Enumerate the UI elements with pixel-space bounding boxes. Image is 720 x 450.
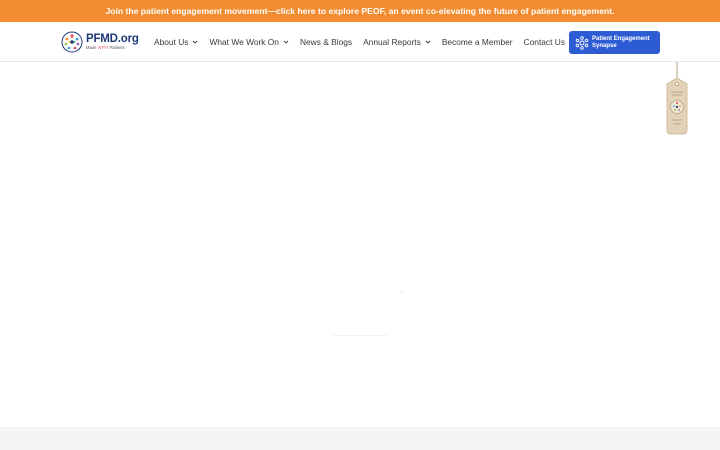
nav-item-about-us[interactable]: About Us bbox=[154, 22, 198, 62]
nav-item-annual-reports[interactable]: Annual Reports bbox=[363, 22, 431, 62]
nav-item-label: Annual Reports bbox=[363, 37, 421, 47]
nav-item-label: What We Work On bbox=[209, 37, 279, 47]
chevron-down-icon bbox=[283, 40, 289, 44]
site-logo[interactable]: PFMD.org Made WITH Patients bbox=[61, 30, 139, 54]
patient-engagement-synapse-button[interactable]: Patient Engagement Synapse bbox=[569, 31, 660, 54]
site-header: PFMD.org Made WITH Patients About Us Wha… bbox=[0, 22, 720, 62]
synapse-button-label: Patient Engagement Synapse bbox=[592, 36, 650, 49]
footer-strip bbox=[0, 427, 720, 450]
made-with-patients-tag-icon[interactable] bbox=[662, 62, 692, 136]
announcement-bar[interactable]: Join the patient engagement movement—cli… bbox=[0, 0, 720, 22]
chevron-down-icon bbox=[425, 40, 431, 44]
nav-item-news-blogs[interactable]: News & Blogs bbox=[300, 22, 352, 62]
nav-item-label: Become a Member bbox=[441, 37, 513, 47]
logo-tagline: Made WITH Patients bbox=[86, 45, 125, 51]
faint-dot bbox=[400, 291, 403, 294]
nav-item-label: News & Blogs bbox=[299, 37, 353, 47]
logo-name: PFMD.org bbox=[86, 32, 139, 45]
nav-item-label: About Us bbox=[154, 37, 189, 47]
main-content bbox=[0, 63, 720, 427]
nav-item-become-a-member[interactable]: Become a Member bbox=[442, 22, 513, 62]
main-nav: About Us What We Work On News & Blogs An… bbox=[154, 22, 565, 62]
nav-item-contact-us[interactable]: Contact Us bbox=[524, 22, 565, 62]
faint-placeholder-line bbox=[332, 335, 388, 336]
nav-item-what-we-work-on[interactable]: What We Work On bbox=[209, 22, 289, 62]
pfmd-logo-icon bbox=[61, 31, 83, 53]
announcement-text[interactable]: Join the patient engagement movement—cli… bbox=[105, 6, 614, 16]
nav-item-label: Contact Us bbox=[523, 37, 566, 47]
chevron-down-icon bbox=[193, 40, 198, 44]
network-icon bbox=[575, 35, 589, 50]
